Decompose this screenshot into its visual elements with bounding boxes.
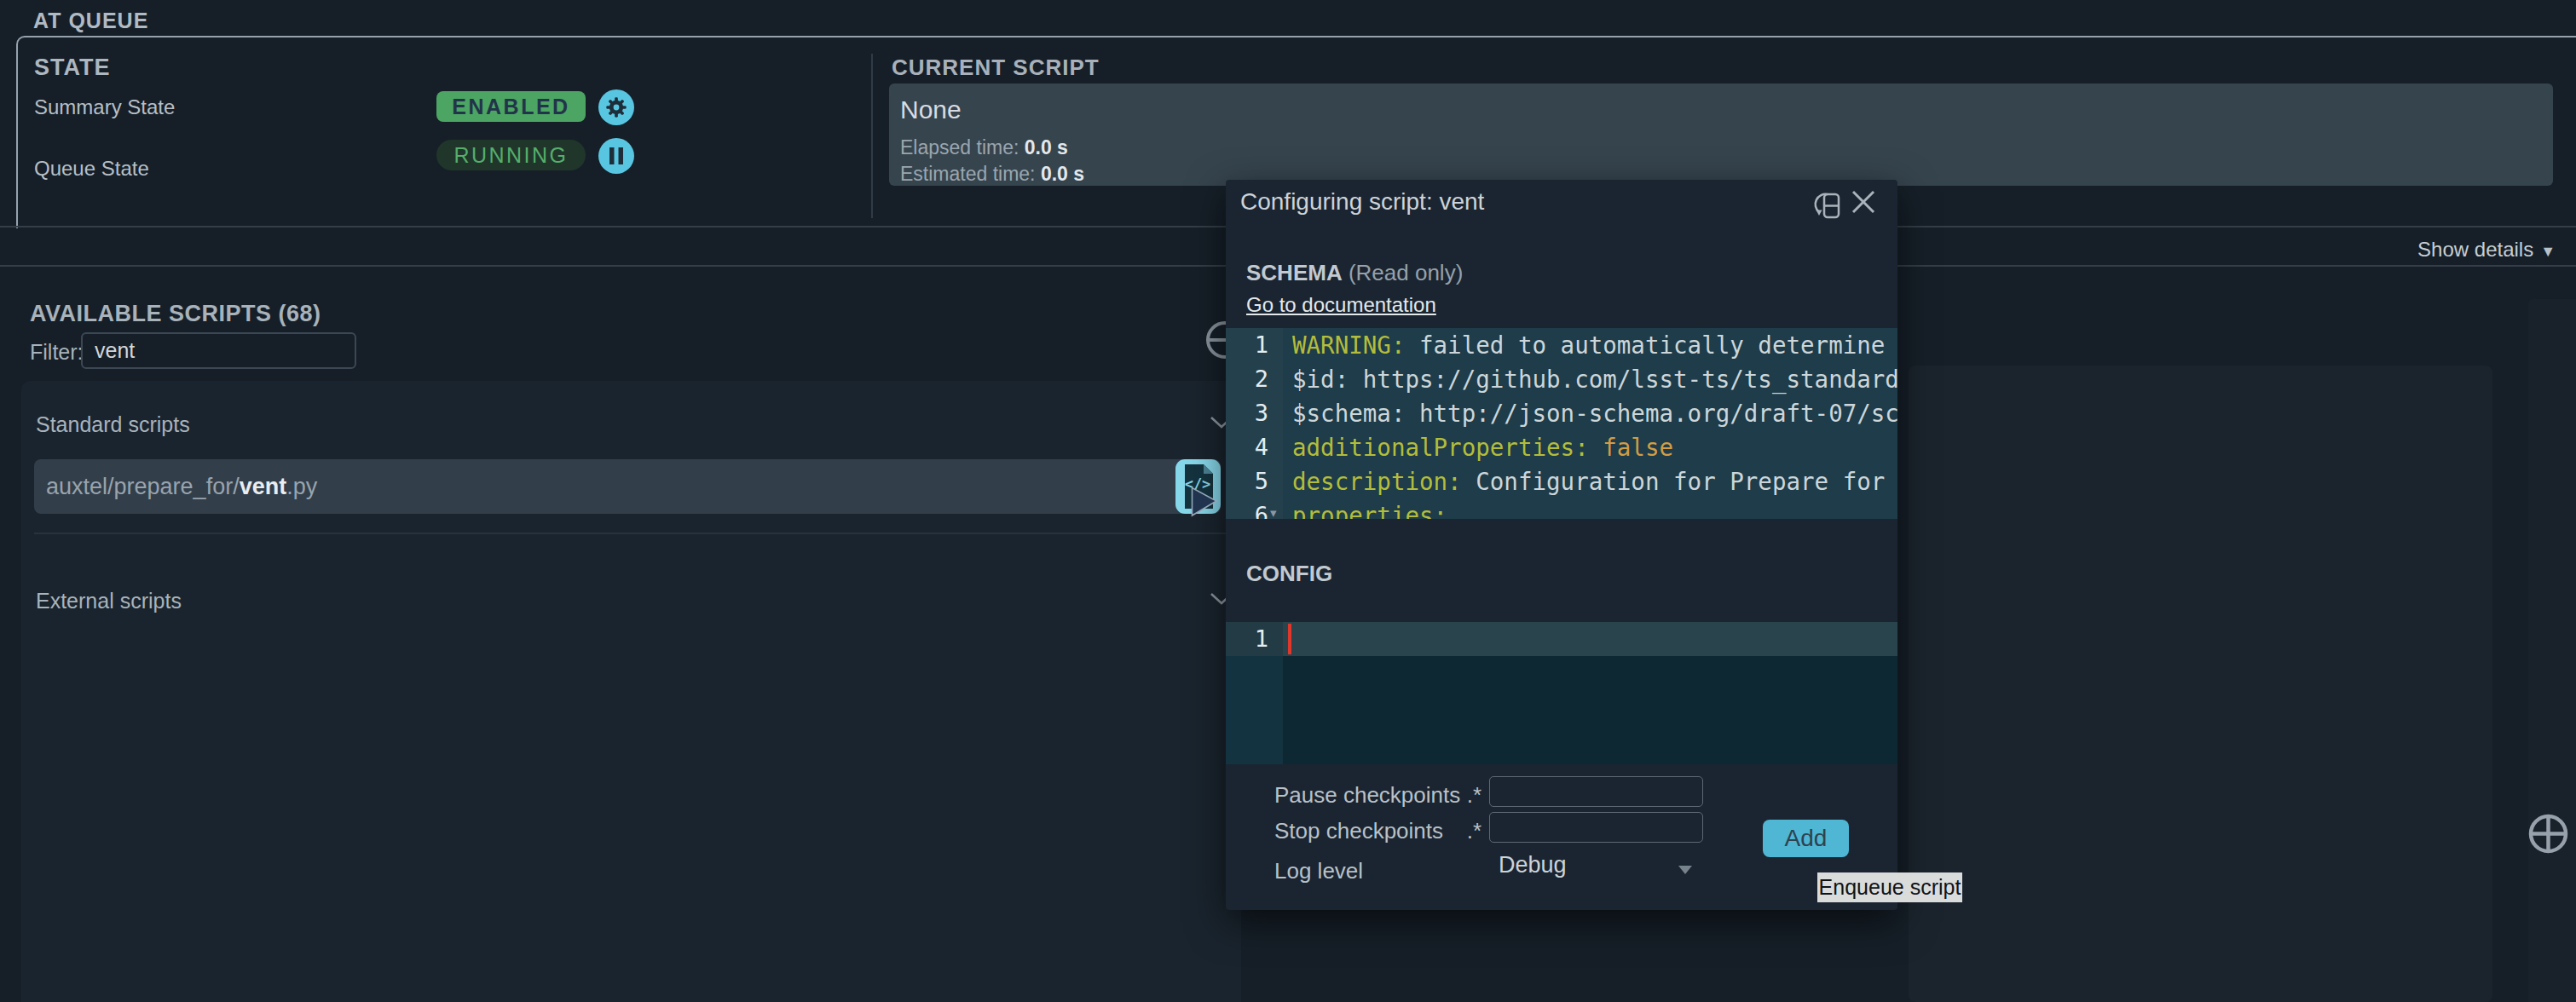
- show-details-toggle[interactable]: Show details ▼: [2417, 238, 2556, 262]
- add-button[interactable]: Add: [1763, 820, 1849, 857]
- script-path-match: vent: [240, 474, 287, 499]
- script-path-suffix: .py: [286, 474, 317, 499]
- collapsed-side-panel: [2528, 299, 2576, 1002]
- queue-state-label: Queue State: [34, 157, 149, 181]
- elapsed-time-label: Elapsed time:: [900, 136, 1019, 158]
- log-level-select[interactable]: Debug: [1499, 852, 1567, 878]
- script-row[interactable]: auxtel/prepare_for/vent.py: [34, 459, 1221, 514]
- dropdown-caret-icon: [1678, 866, 1692, 874]
- chevron-down-icon: ▼: [2540, 243, 2556, 260]
- filter-value: vent: [95, 338, 135, 363]
- stop-checkpoints-input[interactable]: [1489, 812, 1703, 843]
- estimated-time: Estimated time: 0.0 s: [900, 163, 1084, 186]
- schema-heading-label: SCHEMA: [1246, 260, 1343, 285]
- config-active-line: [1226, 622, 1897, 656]
- script-path-prefix: auxtel/prepare_for/: [46, 474, 240, 499]
- documentation-link[interactable]: Go to documentation: [1246, 293, 1436, 317]
- script-path: auxtel/prepare_for/vent.py: [34, 474, 317, 500]
- log-level-label: Log level: [1274, 858, 1363, 884]
- configure-script-modal: Configuring script: vent SCHEMA (Read on…: [1226, 180, 1897, 910]
- schema-code-line: 5description: Configuration for Prepare …: [1226, 464, 1897, 498]
- schema-code-line: 6properties:: [1226, 498, 1897, 519]
- page-title: AT QUEUE: [33, 9, 148, 33]
- close-icon[interactable]: [1851, 189, 1876, 215]
- resize-modal-icon[interactable]: [1811, 190, 1845, 221]
- pause-checkpoints-input[interactable]: [1489, 776, 1703, 807]
- external-scripts-group[interactable]: External scripts: [36, 589, 182, 613]
- schema-code-line: 4additionalProperties: false: [1226, 430, 1897, 464]
- current-script-name: None: [900, 95, 962, 124]
- stop-checkpoints-text: Stop checkpoints: [1274, 818, 1443, 844]
- elapsed-time: Elapsed time: 0.0 s: [900, 136, 1068, 159]
- modal-title: Configuring script: vent: [1240, 188, 1484, 216]
- text-caret: [1288, 624, 1291, 654]
- gear-icon: [604, 95, 628, 119]
- enqueue-script-tooltip: Enqueue script: [1817, 872, 1962, 902]
- filter-label: Filter:: [30, 340, 84, 365]
- current-script-box: [889, 84, 2553, 186]
- fold-caret-icon[interactable]: ▾: [1270, 505, 1277, 519]
- queue-state-badge: RUNNING: [436, 140, 586, 170]
- available-scripts-heading: AVAILABLE SCRIPTS (68): [30, 301, 321, 327]
- config-line-number: 1: [1226, 622, 1268, 656]
- summary-state-label: Summary State: [34, 95, 175, 119]
- mouse-cursor-icon: [1191, 487, 1219, 518]
- schema-editor[interactable]: 1WARNING: failed to automatically determ…: [1226, 328, 1897, 519]
- schema-code-line: 2$id: https://github.com/lsst-ts/ts_stan…: [1226, 362, 1897, 396]
- config-editor[interactable]: 1: [1226, 622, 1897, 764]
- schema-heading: SCHEMA (Read only): [1246, 260, 1463, 286]
- state-heading: STATE: [34, 55, 111, 81]
- schema-code-line: 3$schema: http://json-schema.org/draft-0…: [1226, 396, 1897, 430]
- stop-checkpoints-label: Stop checkpoints .*: [1274, 818, 1481, 844]
- state-current-divider: [871, 54, 873, 218]
- pause-checkpoints-label: Pause checkpoints .*: [1274, 782, 1481, 809]
- at-queue-page: AT QUEUE STATE Summary State ENABLED Que…: [0, 0, 2576, 1002]
- filter-input[interactable]: vent: [81, 332, 356, 369]
- divider: [34, 533, 1241, 534]
- schema-code-line: 1WARNING: failed to automatically determ…: [1226, 328, 1897, 362]
- waiting-scripts-panel: [1909, 366, 2492, 1002]
- stop-checkpoints-regex: .*: [1467, 818, 1481, 844]
- schema-readonly-label: (Read only): [1349, 260, 1463, 285]
- current-script-heading: CURRENT SCRIPT: [892, 55, 1100, 81]
- queue-pause-button[interactable]: [598, 138, 634, 174]
- summary-state-badge: ENABLED: [436, 91, 586, 122]
- summary-state-config-button[interactable]: [598, 89, 634, 125]
- estimated-time-label: Estimated time:: [900, 163, 1036, 185]
- pause-checkpoints-text: Pause checkpoints: [1274, 782, 1460, 809]
- expand-column-button[interactable]: [2528, 814, 2568, 854]
- elapsed-time-value: 0.0 s: [1025, 136, 1068, 158]
- estimated-time-value: 0.0 s: [1041, 163, 1084, 185]
- config-heading: CONFIG: [1246, 561, 1332, 587]
- standard-scripts-group[interactable]: Standard scripts: [36, 412, 190, 437]
- pause-checkpoints-regex: .*: [1467, 782, 1481, 809]
- show-details-label: Show details: [2417, 238, 2533, 261]
- pause-icon: [608, 147, 625, 165]
